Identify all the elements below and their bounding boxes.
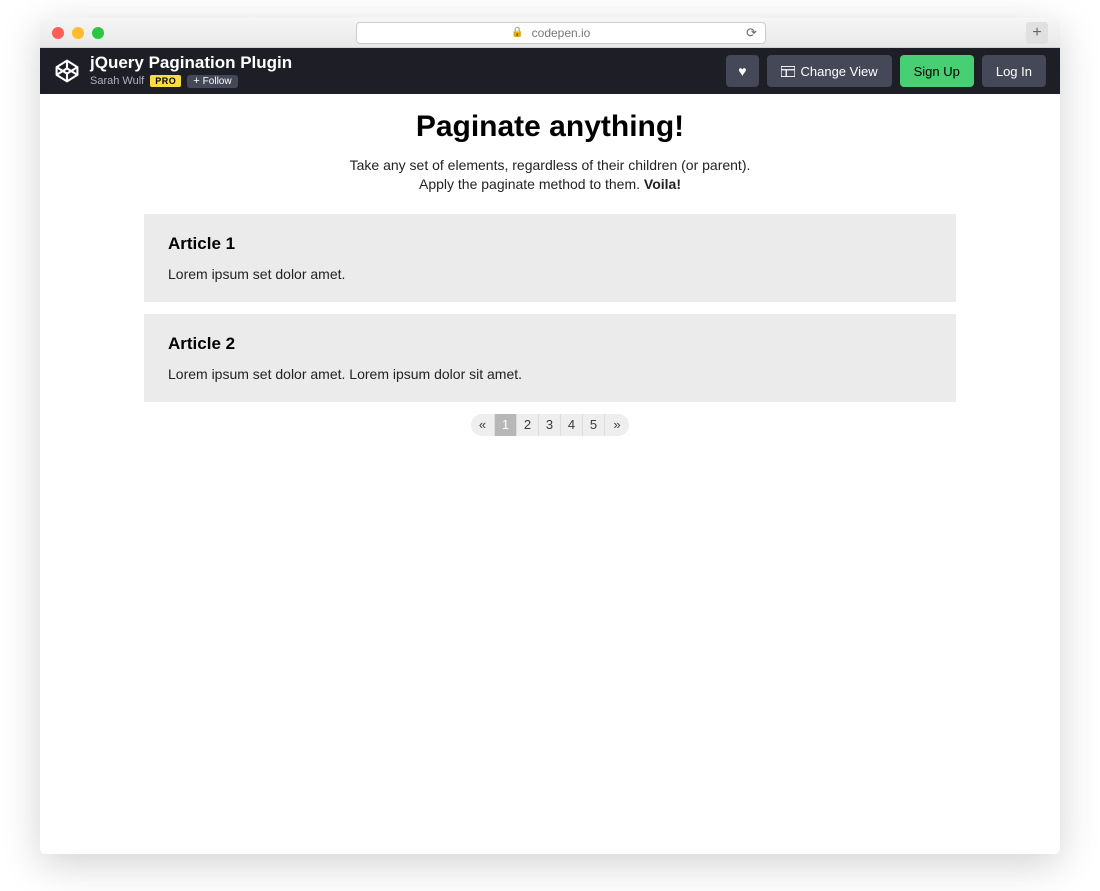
page-description: Take any set of elements, regardless of … <box>40 156 1060 194</box>
login-button[interactable]: Log In <box>982 55 1046 87</box>
url-text: codepen.io <box>532 26 591 40</box>
article-list: Article 1 Lorem ipsum set dolor amet. Ar… <box>144 214 956 402</box>
article-body: Lorem ipsum set dolor amet. Lorem ipsum … <box>168 366 932 382</box>
pagination-prev[interactable]: « <box>471 414 495 436</box>
traffic-lights <box>52 27 104 39</box>
maximize-window-button[interactable] <box>92 27 104 39</box>
change-view-label: Change View <box>801 64 878 79</box>
url-field[interactable]: 🔒 codepen.io ⟳ <box>356 22 766 44</box>
pagination-page-5[interactable]: 5 <box>583 414 605 436</box>
codepen-logo-icon[interactable] <box>54 58 80 84</box>
view-icon <box>781 66 795 77</box>
close-window-button[interactable] <box>52 27 64 39</box>
login-label: Log In <box>996 64 1032 79</box>
article-title: Article 1 <box>168 234 932 254</box>
pen-preview: Paginate anything! Take any set of eleme… <box>40 94 1060 854</box>
follow-label: Follow <box>203 76 232 87</box>
page-title: Paginate anything! <box>40 110 1060 144</box>
heart-icon: ♥ <box>738 63 746 79</box>
signup-button[interactable]: Sign Up <box>900 55 974 87</box>
signup-label: Sign Up <box>914 64 960 79</box>
pagination-next[interactable]: » <box>605 414 629 436</box>
plus-icon: + <box>193 76 199 87</box>
browser-chrome: 🔒 codepen.io ⟳ + <box>40 18 1060 48</box>
pro-badge: PRO <box>150 75 181 87</box>
lock-icon: 🔒 <box>511 27 523 38</box>
pen-author[interactable]: Sarah Wulf <box>90 75 144 87</box>
follow-button[interactable]: + Follow <box>187 75 237 88</box>
pagination-page-1[interactable]: 1 <box>495 414 517 436</box>
pagination-page-2[interactable]: 2 <box>517 414 539 436</box>
pagination-page-4[interactable]: 4 <box>561 414 583 436</box>
article-card: Article 1 Lorem ipsum set dolor amet. <box>144 214 956 302</box>
pagination: « 1 2 3 4 5 » <box>40 414 1060 436</box>
article-card: Article 2 Lorem ipsum set dolor amet. Lo… <box>144 314 956 402</box>
new-tab-button[interactable]: + <box>1026 22 1048 44</box>
pen-title: jQuery Pagination Plugin <box>90 54 726 73</box>
love-button[interactable]: ♥ <box>726 55 758 87</box>
change-view-button[interactable]: Change View <box>767 55 892 87</box>
pagination-page-3[interactable]: 3 <box>539 414 561 436</box>
codepen-header: jQuery Pagination Plugin Sarah Wulf PRO … <box>40 48 1060 94</box>
minimize-window-button[interactable] <box>72 27 84 39</box>
article-body: Lorem ipsum set dolor amet. <box>168 266 932 282</box>
article-title: Article 2 <box>168 334 932 354</box>
reload-icon[interactable]: ⟳ <box>746 25 757 41</box>
